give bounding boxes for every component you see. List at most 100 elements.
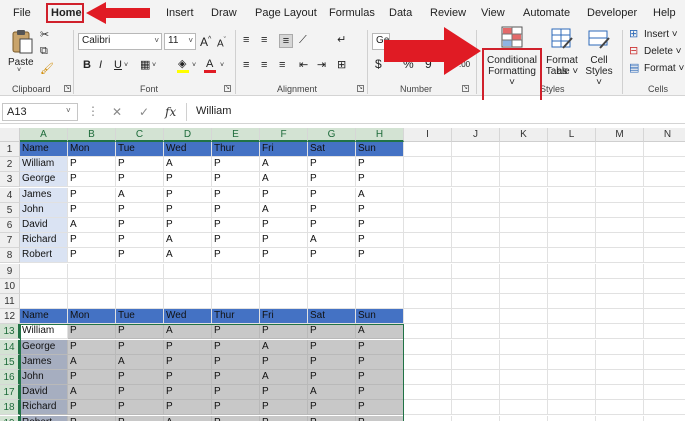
cell-c3[interactable]: P: [116, 172, 164, 188]
cell-c9[interactable]: [116, 263, 164, 279]
cell-e6[interactable]: P: [212, 218, 260, 233]
cell-i16[interactable]: [404, 370, 452, 385]
row-header-3[interactable]: 3: [0, 172, 20, 188]
cell-a6[interactable]: David: [20, 218, 68, 233]
cell-a13[interactable]: William: [20, 324, 68, 340]
cell-g13[interactable]: P: [308, 324, 356, 340]
cell-d11[interactable]: [164, 294, 212, 309]
delete-cells-button[interactable]: Delete ˅: [644, 46, 682, 57]
row-header-4[interactable]: 4: [0, 187, 20, 203]
cell-n8[interactable]: [644, 248, 685, 264]
cell-g19[interactable]: P: [308, 415, 356, 421]
cell-e2[interactable]: P: [212, 157, 260, 173]
cell-j11[interactable]: [452, 294, 500, 309]
cell-b2[interactable]: P: [68, 157, 116, 173]
cell-e4[interactable]: P: [212, 187, 260, 203]
tab-draw[interactable]: Draw: [211, 7, 237, 19]
cell-k12[interactable]: [500, 309, 548, 325]
cell-l3[interactable]: [548, 172, 596, 188]
increase-indent-icon[interactable]: ⇥: [317, 59, 326, 71]
cancel-icon[interactable]: ✕: [112, 105, 122, 119]
tab-formulas[interactable]: Formulas: [329, 7, 375, 19]
tab-automate[interactable]: Automate: [523, 7, 570, 19]
cell-f8[interactable]: P: [260, 248, 308, 264]
cell-g1[interactable]: Sat: [308, 142, 356, 157]
cell-g10[interactable]: [308, 278, 356, 294]
font-size-combo[interactable]: 11 ˅: [164, 33, 196, 50]
bold-button[interactable]: B: [83, 59, 91, 71]
decrease-indent-icon[interactable]: ⇤: [299, 59, 308, 71]
cell-d17[interactable]: P: [164, 385, 212, 401]
cell-a4[interactable]: James: [20, 187, 68, 203]
cell-l9[interactable]: [548, 263, 596, 279]
column-header-d[interactable]: D: [164, 128, 212, 142]
cell-l7[interactable]: [548, 233, 596, 249]
cell-c5[interactable]: P: [116, 202, 164, 218]
cell-m7[interactable]: [596, 233, 644, 249]
formula-input[interactable]: William: [196, 105, 231, 117]
cell-k10[interactable]: [500, 278, 548, 294]
cell-f12[interactable]: Fri: [260, 309, 308, 325]
cell-k9[interactable]: [500, 263, 548, 279]
cell-d7[interactable]: A: [164, 233, 212, 249]
cell-l10[interactable]: [548, 278, 596, 294]
cell-a15[interactable]: James: [20, 354, 68, 370]
tab-insert[interactable]: Insert: [166, 7, 194, 19]
cell-a11[interactable]: [20, 294, 68, 309]
cell-j18[interactable]: [452, 400, 500, 416]
cell-e10[interactable]: [212, 278, 260, 294]
cell-j1[interactable]: [452, 142, 500, 157]
currency-button[interactable]: $: [375, 58, 382, 70]
cell-k1[interactable]: [500, 142, 548, 157]
cell-h3[interactable]: P: [356, 172, 404, 188]
cell-d4[interactable]: P: [164, 187, 212, 203]
cell-j7[interactable]: [452, 233, 500, 249]
cell-m1[interactable]: [596, 142, 644, 157]
cell-d6[interactable]: P: [164, 218, 212, 233]
cell-i2[interactable]: [404, 157, 452, 173]
cell-f14[interactable]: A: [260, 339, 308, 355]
cell-b7[interactable]: P: [68, 233, 116, 249]
cell-a1[interactable]: Name: [20, 142, 68, 157]
cell-b3[interactable]: P: [68, 172, 116, 188]
cell-i9[interactable]: [404, 263, 452, 279]
cell-n1[interactable]: [644, 142, 685, 157]
cell-d10[interactable]: [164, 278, 212, 294]
insert-cells-icon[interactable]: ⊞: [629, 28, 638, 40]
cell-i1[interactable]: [404, 142, 452, 157]
font-launcher-icon[interactable]: ↘: [224, 85, 231, 92]
column-header-n[interactable]: N: [644, 128, 685, 142]
cell-m17[interactable]: [596, 385, 644, 401]
cell-n17[interactable]: [644, 385, 685, 401]
column-header-e[interactable]: E: [212, 128, 260, 142]
cell-h17[interactable]: P: [356, 385, 404, 401]
cell-n2[interactable]: [644, 157, 685, 173]
cell-k13[interactable]: [500, 324, 548, 340]
cell-f9[interactable]: [260, 263, 308, 279]
cell-k17[interactable]: [500, 385, 548, 401]
cell-n4[interactable]: [644, 188, 685, 203]
cell-l17[interactable]: [548, 385, 596, 401]
cell-l1[interactable]: [548, 142, 596, 157]
cell-g9[interactable]: [308, 263, 356, 279]
cell-m6[interactable]: [596, 218, 644, 233]
cell-h12[interactable]: Sun: [356, 309, 404, 325]
cell-i15[interactable]: [404, 354, 452, 370]
cell-j6[interactable]: [452, 218, 500, 233]
row-header-12[interactable]: 12: [0, 309, 20, 325]
cell-i11[interactable]: [404, 294, 452, 309]
cell-e3[interactable]: P: [212, 172, 260, 188]
cell-k2[interactable]: [500, 157, 548, 173]
cell-h13[interactable]: A: [356, 324, 404, 340]
cell-f1[interactable]: Fri: [260, 142, 308, 157]
underline-button[interactable]: U: [114, 59, 122, 71]
cell-j9[interactable]: [452, 263, 500, 279]
cell-n13[interactable]: [644, 324, 685, 340]
cut-icon[interactable]: ✂: [40, 29, 49, 41]
cell-l14[interactable]: [548, 339, 596, 355]
cell-n3[interactable]: [644, 172, 685, 188]
cell-f5[interactable]: A: [260, 202, 308, 218]
cell-i5[interactable]: [404, 202, 452, 218]
row-header-5[interactable]: 5: [0, 202, 20, 218]
cell-c10[interactable]: [116, 278, 164, 294]
